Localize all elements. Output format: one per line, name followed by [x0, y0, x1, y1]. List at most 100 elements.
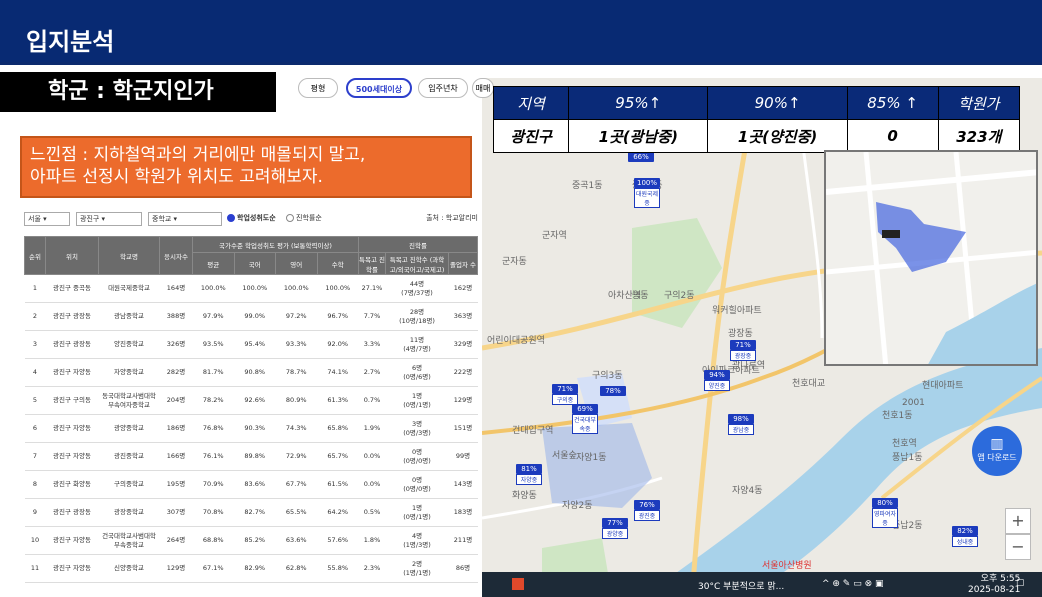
slide-title: 입지분석	[26, 28, 115, 56]
filter-row: 서울 ▾ 광진구 ▾ 중학교 ▾ 학업성취도순 진학률순 출처 : 학교알리미	[24, 212, 478, 228]
map-label: 군자동	[502, 257, 527, 267]
stats-region: 광진구	[492, 119, 570, 153]
map-label: 자양4동	[732, 486, 763, 496]
clock[interactable]: 오후 5:55 2025-08-21	[968, 574, 1020, 596]
cell-avg: 70.8%	[192, 498, 234, 527]
cell-students: 307명	[159, 498, 193, 527]
app-download-button[interactable]: ▥ 앱 다운로드	[972, 426, 1022, 476]
school-flag-marker[interactable]: 66%	[628, 152, 654, 162]
table-row: 1 광진구 중곡동 대원국제중학교 164명 100.0% 100.0% 100.0% 100…	[24, 274, 478, 303]
zoom-out-button[interactable]: −	[1005, 534, 1031, 560]
cell-math: 100.0%	[317, 274, 359, 303]
app-icon[interactable]	[512, 578, 524, 590]
cell-special-count: 44명 (7명/37명)	[385, 274, 449, 303]
stats-h-academy: 학원가	[937, 86, 1021, 120]
school-flag-marker[interactable]: 69% 건국대부속중	[572, 404, 598, 434]
cell-special-rate: 2.7%	[358, 358, 386, 387]
flag-school-name: 광양중	[602, 528, 628, 539]
col-special-count: 특목고 진학수 (과학고/외국어고/국제고)	[385, 252, 449, 275]
cell-special-count: 11명 (4명/7명)	[385, 330, 449, 359]
sort-radio-admission[interactable]	[286, 214, 294, 222]
cell-special-rate: 0.0%	[358, 442, 386, 471]
school-flag-marker[interactable]: 98% 광남중	[728, 414, 754, 435]
zoom-in-button[interactable]: +	[1005, 508, 1031, 534]
map-label: 서울숲	[552, 451, 577, 461]
cell-school: 광남중학교	[98, 302, 160, 331]
sort-radio-achievement[interactable]	[227, 214, 235, 222]
cell-avg: 100.0%	[192, 274, 234, 303]
col-achievement-group: 국가수준 학업성취도 평가 (보통학력이상)	[192, 236, 359, 253]
cell-school: 광진중학교	[98, 442, 160, 471]
map-label: 현대아파트	[922, 381, 964, 391]
school-flag-marker[interactable]: 80% 영파여자중	[872, 498, 898, 528]
school-flag-marker[interactable]: 71% 광장중	[730, 340, 756, 361]
cell-avg: 78.2%	[192, 386, 234, 415]
cell-graduates: 329명	[448, 330, 478, 359]
cell-students: 166명	[159, 442, 193, 471]
tab-trade[interactable]: 매매	[472, 78, 494, 98]
cell-rank: 1	[24, 274, 46, 303]
cell-kor: 82.9%	[234, 554, 276, 583]
level-select[interactable]: 중학교 ▾	[148, 212, 222, 226]
col-school: 학교명	[98, 236, 160, 275]
school-flag-marker[interactable]: 94% 양진중	[704, 370, 730, 391]
slide-header: 입지분석	[0, 0, 1042, 62]
school-flag-marker[interactable]: 82% 성내중	[952, 526, 978, 547]
district-select[interactable]: 광진구 ▾	[76, 212, 142, 226]
notification-icon[interactable]: ▢	[1016, 578, 1025, 588]
cell-special-rate: 27.1%	[358, 274, 386, 303]
cell-eng: 80.9%	[275, 386, 317, 415]
cell-location: 광진구 자양동	[45, 526, 99, 555]
cell-location: 광진구 중곡동	[45, 274, 99, 303]
tab-move-in-year[interactable]: 입주년차	[418, 78, 468, 98]
map-label: 군자역	[542, 231, 567, 241]
cell-math: 55.8%	[317, 554, 359, 583]
time: 오후 5:55	[980, 574, 1021, 584]
weather-status[interactable]: 30°C 부분적으로 맑...	[698, 579, 784, 592]
cell-math: 92.0%	[317, 330, 359, 359]
tab-size[interactable]: 평형	[298, 78, 338, 98]
cell-rank: 3	[24, 330, 46, 359]
cell-students: 204명	[159, 386, 193, 415]
school-flag-marker[interactable]: 81% 자양중	[516, 464, 542, 485]
cell-school: 신양중학교	[98, 554, 160, 583]
col-eng: 영어	[275, 252, 318, 275]
cell-special-rate: 0.5%	[358, 498, 386, 527]
cell-location: 광진구 자양동	[45, 414, 99, 443]
table-row: 2 광진구 광장동 광남중학교 388명 97.9% 99.0% 97.2% 96.7% 7.7…	[24, 302, 478, 331]
flag-percent: 81%	[516, 464, 542, 474]
hospital-label: 서울아산병원	[762, 561, 812, 571]
flag-percent: 71%	[552, 384, 578, 394]
col-admission-group: 진학률	[358, 236, 478, 253]
cell-math: 74.1%	[317, 358, 359, 387]
cell-school: 건국대학교사범대학 부속중학교	[98, 526, 160, 555]
table-row: 4 광진구 자양동 자양중학교 282명 81.7% 90.8% 78.7% 74.1% 2.7…	[24, 358, 478, 387]
taskbar: 30°C 부분적으로 맑... ^ ⊕ ✎ ▭ ⊗ ▣ 오후 5:55 2025-…	[482, 572, 1042, 597]
tray-icons[interactable]: ^ ⊕ ✎ ▭ ⊗ ▣	[822, 579, 883, 589]
cell-special-rate: 1.9%	[358, 414, 386, 443]
cell-special-count: 1명 (0명/1명)	[385, 498, 449, 527]
school-flag-marker[interactable]: 100% 대원국제중	[634, 178, 660, 208]
cell-special-rate: 0.7%	[358, 386, 386, 415]
cell-students: 326명	[159, 330, 193, 359]
col-location: 위치	[45, 236, 99, 275]
date: 2025-08-21	[968, 585, 1021, 595]
region-select[interactable]: 서울 ▾	[24, 212, 70, 226]
col-avg: 평균	[192, 252, 235, 275]
cell-kor: 92.6%	[234, 386, 276, 415]
school-flag-marker[interactable]: 77% 광양중	[602, 518, 628, 539]
cell-avg: 68.8%	[192, 526, 234, 555]
cell-graduates: 222명	[448, 358, 478, 387]
school-flag-marker[interactable]: 78%	[600, 386, 626, 396]
cell-math: 65.7%	[317, 442, 359, 471]
insight-line-2: 아파트 선정시 학원가 위치도 고려해보자.	[30, 167, 323, 187]
flag-percent: 82%	[952, 526, 978, 536]
cell-rank: 5	[24, 386, 46, 415]
school-flag-marker[interactable]: 76% 광진중	[634, 500, 660, 521]
cell-rank: 2	[24, 302, 46, 331]
col-math: 수학	[316, 252, 359, 275]
cell-rank: 6	[24, 414, 46, 443]
source-label: 출처 : 학교알리미	[426, 214, 478, 222]
tab-500-households[interactable]: 500세대이상	[346, 78, 412, 98]
school-flag-marker[interactable]: 71% 구의중	[552, 384, 578, 405]
